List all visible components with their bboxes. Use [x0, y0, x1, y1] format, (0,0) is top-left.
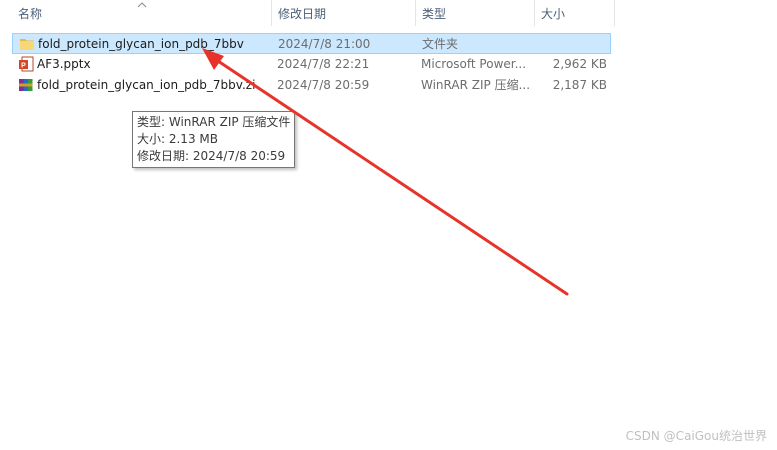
column-divider[interactable]: [415, 0, 416, 26]
svg-text:P: P: [21, 63, 26, 70]
column-header-bar: 名称 修改日期 类型 大小: [0, 0, 777, 28]
powerpoint-file-icon: P: [18, 56, 34, 72]
file-type: WinRAR ZIP 压缩...: [421, 78, 531, 92]
column-divider[interactable]: [534, 0, 535, 26]
column-header-name[interactable]: 名称: [18, 6, 42, 22]
file-row-pptx[interactable]: P AF3.pptx 2024/7/8 22:21 Microsoft Powe…: [12, 54, 611, 75]
file-name: fold_protein_glycan_ion_pdb_7bbv: [38, 37, 244, 51]
file-size: 2,187 KB: [552, 78, 607, 92]
column-header-type[interactable]: 类型: [422, 6, 446, 22]
file-type: Microsoft Power...: [421, 57, 527, 71]
column-divider[interactable]: [271, 0, 272, 26]
tooltip-size-line: 大小: 2.13 MB: [137, 132, 218, 146]
tooltip-modified-line: 修改日期: 2024/7/8 20:59: [137, 149, 286, 163]
file-name: AF3.pptx: [37, 57, 91, 71]
file-modified-date: 2024/7/8 22:21: [277, 57, 370, 71]
file-row-folder[interactable]: fold_protein_glycan_ion_pdb_7bbv 2024/7/…: [12, 33, 611, 54]
file-modified-date: 2024/7/8 20:59: [277, 78, 370, 92]
file-info-tooltip: 类型: WinRAR ZIP 压缩文件 大小: 2.13 MB 修改日期: 20…: [132, 111, 295, 168]
winrar-archive-icon: [18, 77, 34, 93]
column-header-modified[interactable]: 修改日期: [278, 6, 326, 22]
sort-ascending-icon: [137, 0, 147, 8]
file-name: fold_protein_glycan_ion_pdb_7bbv.zip: [37, 78, 255, 92]
watermark-text: CSDN @CaiGou统治世界: [625, 429, 767, 443]
file-modified-date: 2024/7/8 21:00: [278, 37, 371, 51]
column-divider[interactable]: [614, 0, 615, 26]
file-size: 2,962 KB: [552, 57, 607, 71]
column-header-size[interactable]: 大小: [541, 6, 565, 22]
file-type: 文件夹: [422, 37, 459, 51]
file-size: [538, 37, 608, 52]
file-row-zip[interactable]: fold_protein_glycan_ion_pdb_7bbv.zip 202…: [12, 75, 611, 96]
tooltip-type-line: 类型: WinRAR ZIP 压缩文件: [137, 115, 291, 129]
folder-icon: [19, 36, 35, 52]
